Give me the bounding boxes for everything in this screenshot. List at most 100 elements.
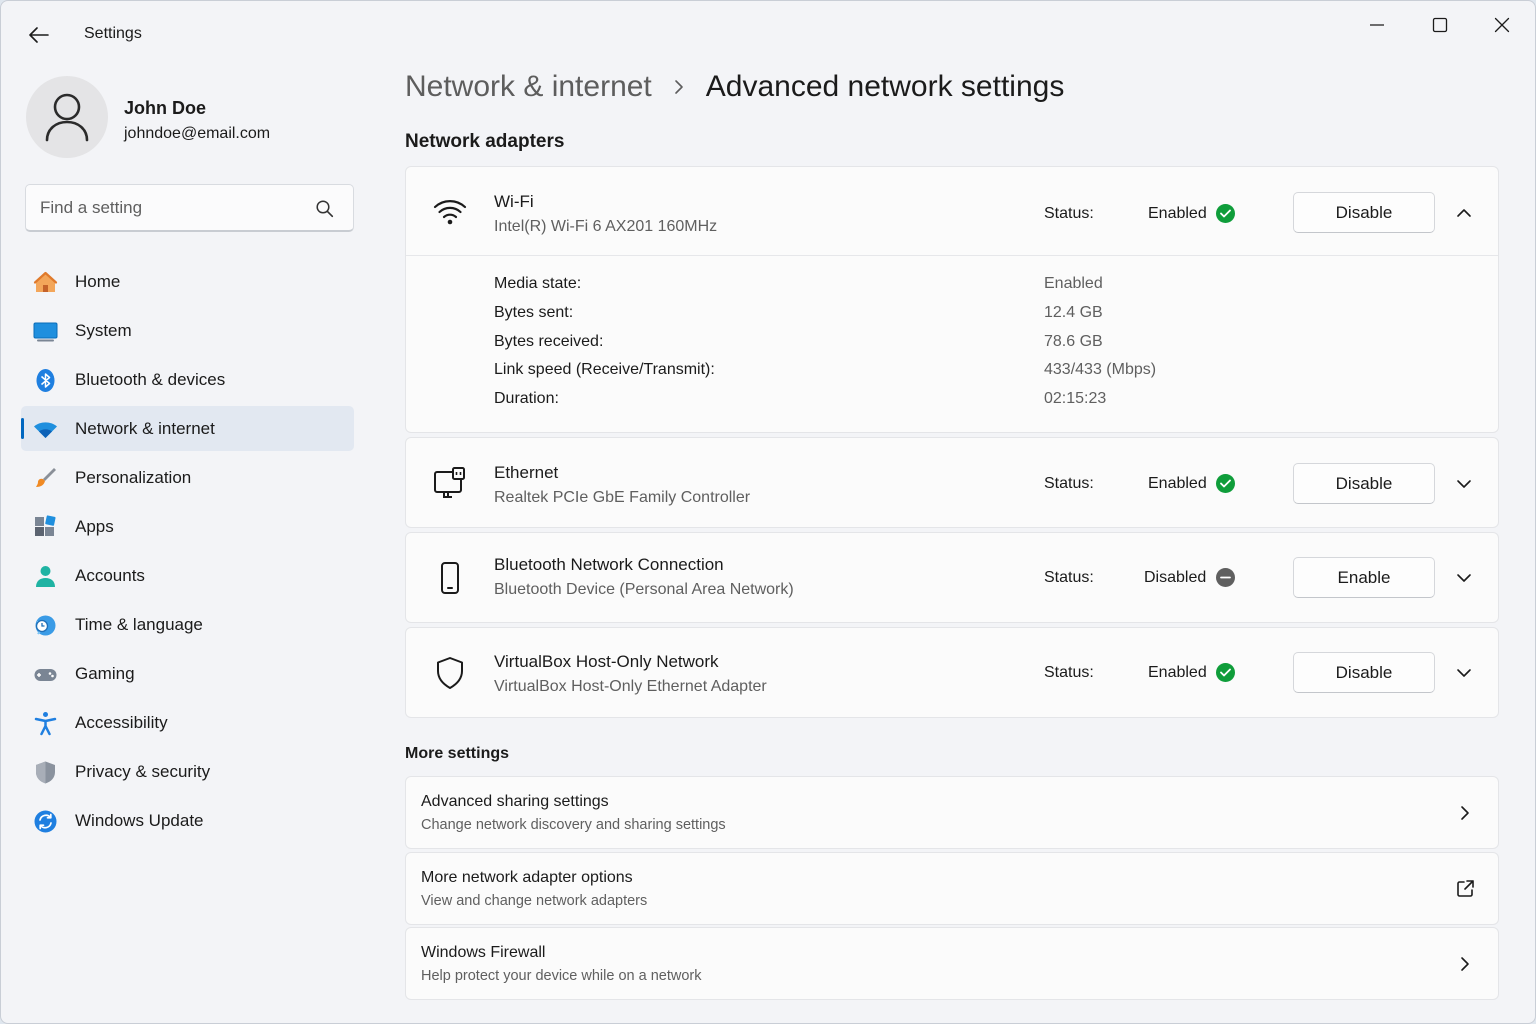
sidebar-item-privacy-security[interactable]: Privacy & security [21,749,354,794]
sidebar-item-label: Bluetooth & devices [75,369,226,389]
gamepad-icon [33,662,58,687]
detail-value: 78.6 GB [1044,333,1103,350]
detail-value: 433/433 (Mbps) [1044,361,1157,378]
phone-icon [430,558,470,598]
windows-firewall-link[interactable]: Windows Firewall Help protect your devic… [405,927,1499,1000]
adapter-description: Intel(R) Wi-Fi 6 AX201 160MHz [494,218,718,235]
sidebar-item-personalization[interactable]: Personalization [21,455,354,500]
adapter-name: VirtualBox Host-Only Network [494,652,719,671]
chevron-right-icon [674,79,684,95]
adapter-card-ethernet: Ethernet Realtek PCIe GbE Family Control… [405,437,1499,528]
sidebar-item-label: Accessibility [75,712,168,732]
sidebar-item-bluetooth-devices[interactable]: Bluetooth & devices [21,357,354,402]
chevron-right-icon [1454,802,1476,824]
sidebar-item-gaming[interactable]: Gaming [21,651,354,696]
section-title-more-settings: More settings [405,745,510,762]
chevron-up-icon[interactable] [1452,201,1476,225]
sidebar-item-label: Personalization [75,467,192,487]
wifi-icon [430,192,470,232]
sidebar-item-label: System [75,320,132,340]
maximize-icon [1432,17,1448,33]
close-icon [1494,17,1510,33]
system-icon [33,319,58,344]
sidebar-item-home[interactable]: Home [21,259,354,304]
sidebar-item-accounts[interactable]: Accounts [21,553,354,598]
page-title: Advanced network settings [705,70,1065,103]
status-value: Enabled [1148,664,1207,681]
sidebar-item-label: Privacy & security [75,761,211,781]
sidebar-item-accessibility[interactable]: Accessibility [21,700,354,745]
adapter-name: Wi-Fi [494,192,534,211]
maximize-button[interactable] [1416,9,1464,41]
person-icon [45,93,89,142]
sidebar-item-label: Time & language [75,614,203,634]
more-settings-title: More network adapter options [421,869,633,886]
chevron-down-icon[interactable] [1452,566,1476,590]
advanced-sharing-settings-link[interactable]: Advanced sharing settings Change network… [405,776,1499,849]
sidebar-item-label: Windows Update [75,810,204,830]
section-title-network-adapters: Network adapters [405,131,565,152]
sidebar-item-apps[interactable]: Apps [21,504,354,549]
back-button[interactable] [21,19,57,51]
detail-row: Duration: 02:15:23 [494,390,1394,414]
status-label: Status: [1044,205,1094,222]
status-label: Status: [1044,475,1094,492]
accessibility-icon [33,711,58,736]
detail-label: Bytes sent: [494,304,574,321]
sidebar-item-label: Network & internet [75,418,215,438]
more-settings-subtitle: View and change network adapters [421,893,648,909]
breadcrumb-parent[interactable]: Network & internet [405,70,652,104]
brush-icon [33,466,58,491]
more-settings-title: Advanced sharing settings [421,793,609,810]
more-network-adapter-options-link[interactable]: More network adapter options View and ch… [405,852,1499,925]
disable-button[interactable]: Disable [1293,652,1435,693]
status-value: Disabled [1144,569,1207,586]
disable-button[interactable]: Disable [1293,192,1435,233]
globe-clock-icon [33,613,58,638]
disabled-icon [1216,568,1235,587]
adapter-card-wifi: Wi-Fi Intel(R) Wi-Fi 6 AX201 160MHz Stat… [405,166,1499,433]
sidebar-item-label: Gaming [75,663,135,683]
detail-label: Link speed (Receive/Transmit): [494,361,715,378]
status-value: Enabled [1148,475,1207,492]
sidebar-item-system[interactable]: System [21,308,354,353]
sidebar-item-label: Home [75,271,121,291]
detail-row: Media state: Enabled [494,275,1394,299]
chevron-down-icon[interactable] [1452,661,1476,685]
status-label: Status: [1044,664,1094,681]
disable-button[interactable]: Disable [1293,463,1435,504]
detail-label: Media state: [494,275,582,292]
more-settings-subtitle: Change network discovery and sharing set… [421,817,726,833]
home-icon [33,270,58,295]
sidebar-item-label: Apps [75,516,114,536]
sidebar-item-network-internet[interactable]: Network & internet [21,406,354,451]
status-label: Status: [1044,569,1094,586]
adapter-card-virtualbox: VirtualBox Host-Only Network VirtualBox … [405,627,1499,718]
bluetooth-icon [33,368,58,393]
sidebar-nav: Home System Bluetooth & devices Network … [21,259,354,847]
checkmark-icon [1216,663,1235,682]
avatar [26,76,108,158]
chevron-right-icon [1454,953,1476,975]
enable-button[interactable]: Enable [1293,557,1435,598]
settings-window: Settings John Doe johndoe@email.com Home [0,0,1536,1024]
sidebar-item-windows-update[interactable]: Windows Update [21,798,354,843]
chevron-down-icon[interactable] [1452,472,1476,496]
search-box [25,184,354,232]
profile-email: johndoe@email.com [124,125,271,142]
adapter-name: Ethernet [494,463,559,482]
detail-value: 02:15:23 [1044,390,1107,407]
checkmark-icon [1216,474,1235,493]
sidebar-item-time-language[interactable]: Time & language [21,602,354,647]
accounts-icon [33,564,58,589]
adapter-name: Bluetooth Network Connection [494,555,724,574]
detail-row: Link speed (Receive/Transmit): 433/433 (… [494,361,1394,385]
minimize-button[interactable] [1353,9,1401,41]
detail-label: Duration: [494,390,559,407]
more-settings-title: Windows Firewall [421,944,546,961]
search-input[interactable] [40,197,310,219]
search-icon[interactable] [315,199,335,219]
detail-value: Enabled [1044,275,1103,292]
close-button[interactable] [1478,9,1526,41]
detail-row: Bytes sent: 12.4 GB [494,304,1394,328]
